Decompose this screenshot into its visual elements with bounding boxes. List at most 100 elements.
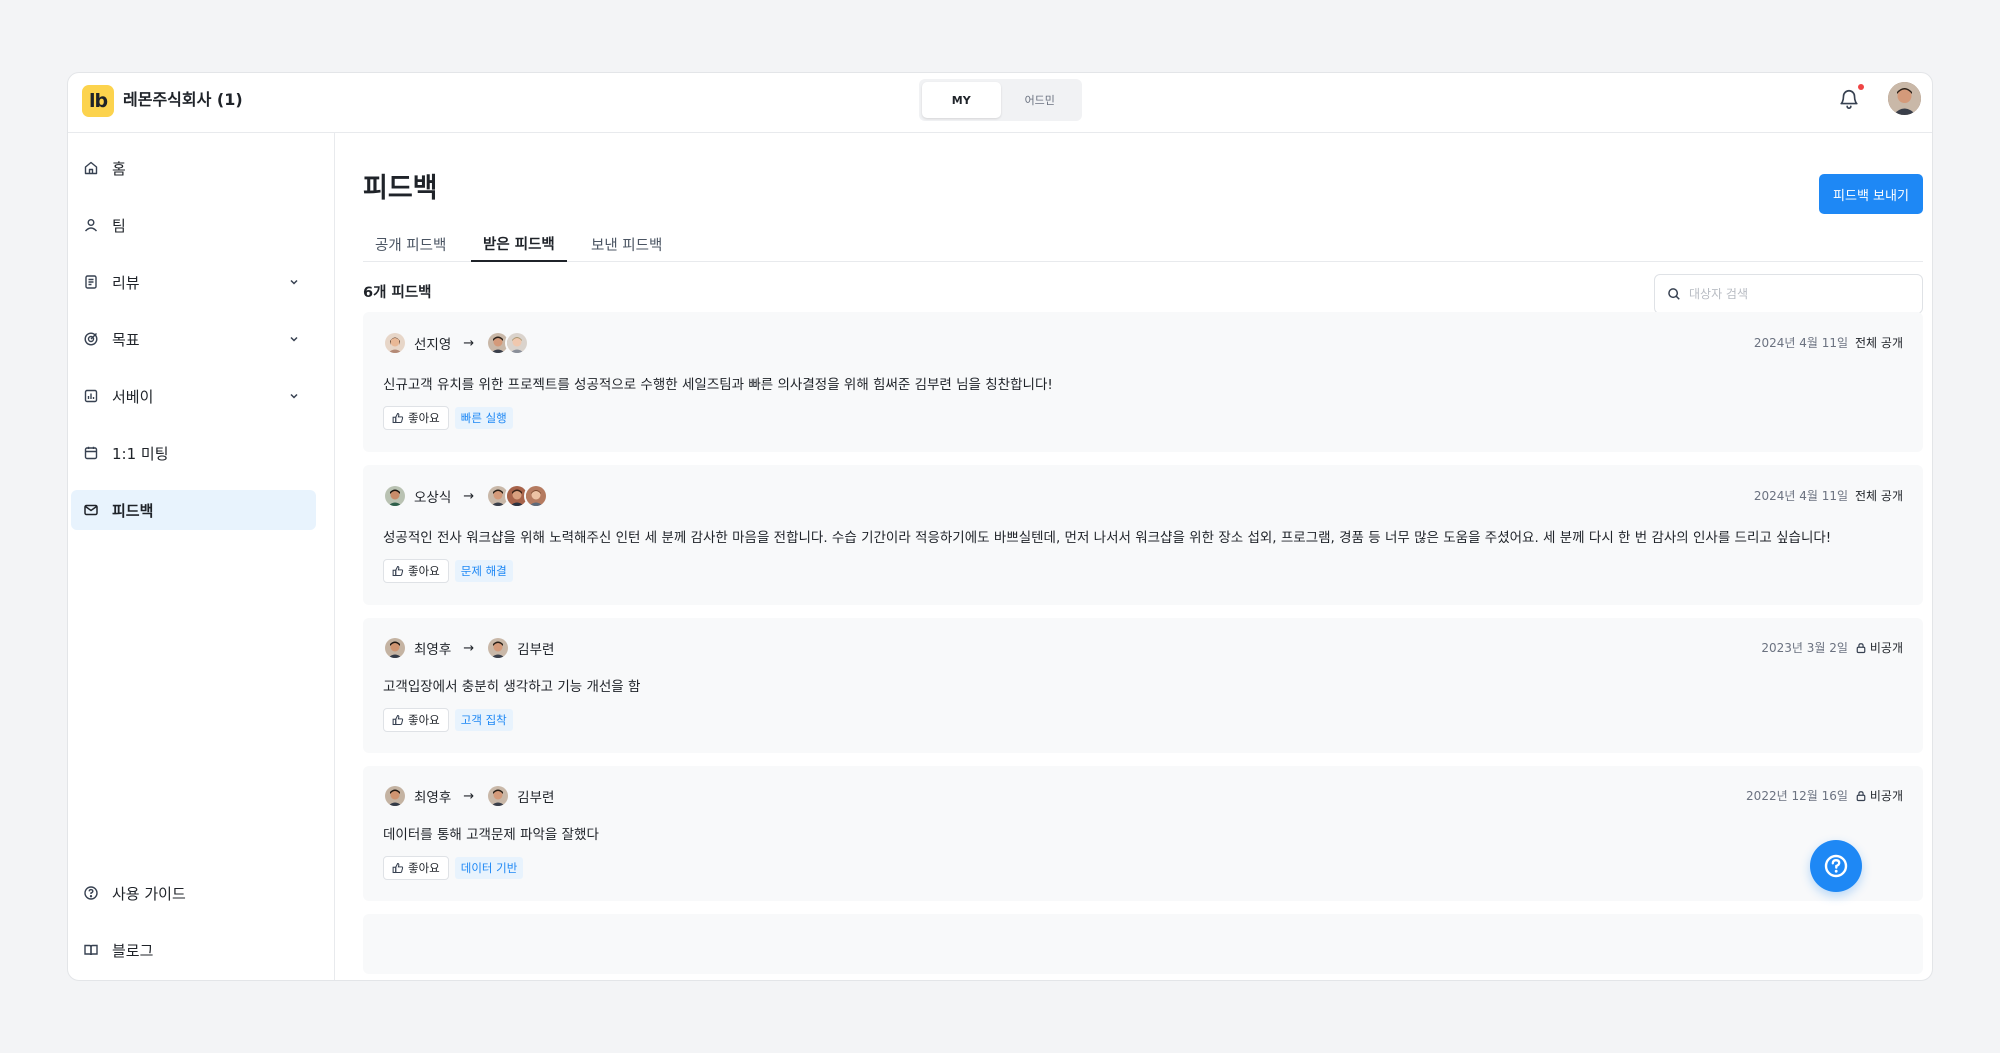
sidebar-item-feedback[interactable]: 피드백 xyxy=(71,490,316,530)
sender-avatar[interactable] xyxy=(383,784,407,808)
top-bar: lb 레몬주식회사 (1) MY 어드민 xyxy=(68,73,1932,133)
user-icon xyxy=(84,219,98,232)
feedback-meta: 2023년 3월 2일 비공개 xyxy=(1761,639,1903,656)
home-icon xyxy=(84,161,98,175)
feedback-actions: 좋아요 데이터 기반 xyxy=(383,856,524,880)
arrow-right-icon: → xyxy=(463,488,475,504)
tab-sent-feedback[interactable]: 보낸 피드백 xyxy=(579,226,674,262)
feedback-meta: 2022년 12월 16일 비공개 xyxy=(1746,787,1903,804)
recipient-avatars[interactable] xyxy=(486,636,511,660)
value-tag: 문제 해결 xyxy=(454,560,513,582)
tab-public-feedback[interactable]: 공개 피드백 xyxy=(363,226,458,262)
company-logo[interactable]: lb xyxy=(82,85,114,117)
feedback-card: 최영후 → 김부련 2023년 3월 2일 비공개 고객입장에서 충분히 생각하… xyxy=(363,618,1923,753)
like-button[interactable]: 좋아요 xyxy=(383,406,449,430)
feedback-card: 선지영 → 2024년 4월 11일 전체 공개 신규고객 유치를 위한 프로젝… xyxy=(363,312,1923,452)
search-box[interactable] xyxy=(1654,274,1923,314)
question-icon xyxy=(1824,854,1848,878)
feedback-meta: 2024년 4월 11일 전체 공개 xyxy=(1754,334,1903,351)
search-icon xyxy=(1668,288,1680,300)
like-button[interactable]: 좋아요 xyxy=(383,856,449,880)
feedback-participants: 선지영 → xyxy=(383,331,536,355)
feedback-tabs: 공개 피드백 받은 피드백 보낸 피드백 xyxy=(363,226,1923,262)
feedback-date: 2022년 12월 16일 xyxy=(1746,789,1848,803)
sender-name: 오상식 xyxy=(414,490,452,506)
feedback-date: 2023년 3월 2일 xyxy=(1761,641,1848,655)
chevron-down-icon[interactable] xyxy=(288,390,300,402)
feedback-card: 최영후 → 김부련 2022년 12월 16일 비공개 데이터를 통해 고객문제… xyxy=(363,766,1923,901)
arrow-right-icon: → xyxy=(463,788,475,804)
like-button[interactable]: 좋아요 xyxy=(383,559,449,583)
recipient-avatars[interactable] xyxy=(486,784,511,808)
document-icon xyxy=(85,275,97,289)
recipient-avatars[interactable] xyxy=(486,484,549,508)
sidebar: 홈 팀 리뷰 목표 서베이 1:1 미팅 피드백 사용 가이드 블로그 xyxy=(68,133,335,980)
sidebar-item-team[interactable]: 팀 xyxy=(71,205,316,245)
feedback-actions: 좋아요 고객 집착 xyxy=(383,708,513,732)
sidebar-item-label: 리뷰 xyxy=(112,273,140,292)
sidebar-item-home[interactable]: 홈 xyxy=(71,148,316,188)
thumbs-up-icon xyxy=(392,565,404,577)
user-avatar[interactable] xyxy=(1888,82,1921,115)
recipient-name: 김부련 xyxy=(517,790,555,806)
thumbs-up-icon xyxy=(392,714,404,726)
sidebar-item-label: 팀 xyxy=(112,216,126,235)
mode-admin[interactable]: 어드민 xyxy=(1001,82,1080,118)
sidebar-item-label: 1:1 미팅 xyxy=(112,444,169,463)
sidebar-item-label: 홈 xyxy=(112,159,126,178)
thumbs-up-icon xyxy=(392,862,404,874)
like-button[interactable]: 좋아요 xyxy=(383,708,449,732)
visibility-label: 전체 공개 xyxy=(1855,489,1903,503)
mail-icon xyxy=(84,504,98,516)
visibility-indicator: 비공개 xyxy=(1855,787,1903,804)
recipient-avatar[interactable] xyxy=(524,484,549,508)
feedback-participants: 오상식 → xyxy=(383,484,555,508)
help-chat-button[interactable] xyxy=(1810,840,1862,892)
sidebar-item-survey[interactable]: 서베이 xyxy=(71,376,316,416)
sidebar-item-review[interactable]: 리뷰 xyxy=(71,262,316,302)
feedback-participants: 최영후 → 김부련 xyxy=(383,636,554,660)
tab-received-feedback[interactable]: 받은 피드백 xyxy=(471,226,567,262)
sidebar-item-goal[interactable]: 목표 xyxy=(71,319,316,359)
chevron-down-icon[interactable] xyxy=(288,276,300,288)
recipient-avatar[interactable] xyxy=(486,784,511,808)
feedback-card xyxy=(363,914,1923,974)
value-tag: 빠른 실행 xyxy=(454,407,513,429)
lock-icon xyxy=(1856,642,1866,653)
sender-avatar[interactable] xyxy=(383,636,407,660)
like-label: 좋아요 xyxy=(408,713,440,727)
thumbs-up-icon xyxy=(392,412,404,424)
sender-name: 최영후 xyxy=(414,642,452,658)
chevron-down-icon[interactable] xyxy=(288,333,300,345)
sender-name: 선지영 xyxy=(414,337,452,353)
sender-avatar[interactable] xyxy=(383,484,407,508)
feedback-text: 신규고객 유치를 위한 프로젝트를 성공적으로 수행한 세일즈팀과 빠른 의사결… xyxy=(383,377,1053,393)
send-feedback-button[interactable]: 피드백 보내기 xyxy=(1819,174,1923,214)
recipient-avatars[interactable] xyxy=(486,331,530,355)
arrow-right-icon: → xyxy=(463,640,475,656)
feedback-date: 2024년 4월 11일 xyxy=(1753,489,1849,503)
sidebar-item-label: 피드백 xyxy=(112,501,154,520)
recipient-avatar[interactable] xyxy=(505,331,530,355)
bell-icon[interactable] xyxy=(1838,87,1860,111)
search-input[interactable] xyxy=(1689,287,1909,301)
like-label: 좋아요 xyxy=(408,861,440,875)
sidebar-item-meeting[interactable]: 1:1 미팅 xyxy=(71,433,316,473)
mode-switch: MY 어드민 xyxy=(919,79,1082,121)
feedback-count: 6개 피드백 xyxy=(363,285,432,301)
app-window: lb 레몬주식회사 (1) MY 어드민 홈 팀 리뷰 목표 서베이 1:1 미… xyxy=(67,72,1933,981)
feedback-date: 2024년 4월 11일 xyxy=(1753,336,1849,350)
sidebar-item-blog[interactable]: 블로그 xyxy=(71,930,316,970)
like-label: 좋아요 xyxy=(408,564,440,578)
feedback-actions: 좋아요 문제 해결 xyxy=(383,559,513,583)
sender-avatar[interactable] xyxy=(383,331,407,355)
company-name[interactable]: 레몬주식회사 (1) xyxy=(123,89,243,111)
recipient-avatar[interactable] xyxy=(486,636,511,660)
sidebar-item-label: 목표 xyxy=(112,330,140,349)
feedback-text: 성공적인 전사 워크샵을 위해 노력해주신 인턴 세 분께 감사한 마음을 전합… xyxy=(383,530,1832,546)
help-circle-icon xyxy=(84,886,98,900)
recipient-name: 김부련 xyxy=(517,642,555,658)
mode-my[interactable]: MY xyxy=(922,82,1001,118)
sidebar-item-guide[interactable]: 사용 가이드 xyxy=(71,873,316,913)
feedback-meta: 2024년 4월 11일 전체 공개 xyxy=(1754,487,1903,504)
